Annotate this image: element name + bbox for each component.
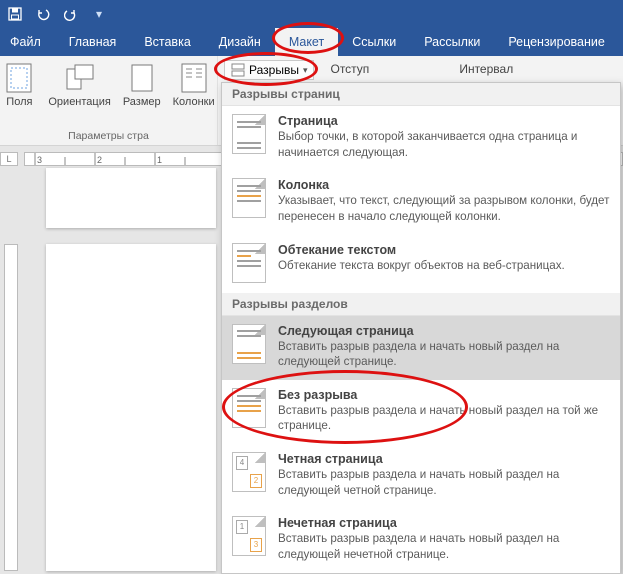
page-setup-group-label: Параметры стра: [68, 130, 149, 143]
save-icon[interactable]: [6, 5, 24, 23]
vertical-ruler[interactable]: [4, 244, 18, 571]
next-page-icon: [232, 324, 266, 364]
tab-file[interactable]: Файл: [0, 28, 55, 56]
margins-button[interactable]: Поля: [0, 60, 40, 110]
size-icon: [126, 62, 158, 94]
tab-mailings[interactable]: Рассылки: [410, 28, 494, 56]
svg-text:1: 1: [157, 155, 162, 165]
tab-layout[interactable]: Макет: [275, 28, 338, 56]
menu-item-next-page[interactable]: Следующая страница Вставить разрыв разде…: [222, 316, 620, 380]
columns-icon: [178, 62, 210, 94]
page-preview-1[interactable]: [46, 168, 216, 228]
ruler-corner: L: [0, 152, 18, 166]
menu-item-even-page[interactable]: 4 2 Четная страница Вставить разрыв разд…: [222, 444, 620, 508]
redo-icon[interactable]: [62, 5, 80, 23]
tab-home[interactable]: Главная: [55, 28, 131, 56]
dropdown-section-section-breaks: Разрывы разделов: [222, 293, 620, 316]
chevron-down-icon: ▾: [303, 65, 308, 76]
tab-design[interactable]: Дизайн: [205, 28, 275, 56]
tab-insert[interactable]: Вставка: [130, 28, 204, 56]
continuous-icon: [232, 388, 266, 428]
qat-customize-icon[interactable]: ▾: [90, 5, 108, 23]
orientation-icon: [64, 62, 96, 94]
menu-item-odd-page[interactable]: 1 3 Нечетная страница Вставить разрыв ра…: [222, 508, 620, 572]
menu-item-page-break[interactable]: Страница Выбор точки, в которой заканчив…: [222, 106, 620, 170]
svg-text:3: 3: [37, 155, 42, 165]
even-page-icon: 4 2: [232, 452, 266, 492]
menu-item-column-break[interactable]: Колонка Указывает, что текст, следующий …: [222, 170, 620, 234]
text-wrapping-icon: [232, 243, 266, 283]
size-button[interactable]: Размер: [119, 60, 165, 110]
undo-icon[interactable]: [34, 5, 52, 23]
menu-item-continuous[interactable]: Без разрыва Вставить разрыв раздела и на…: [222, 380, 620, 444]
page-break-icon: [232, 114, 266, 154]
tab-references[interactable]: Ссылки: [338, 28, 410, 56]
tab-review[interactable]: Рецензирование: [494, 28, 619, 56]
breaks-icon: [231, 63, 245, 77]
columns-button[interactable]: Колонки: [169, 60, 219, 110]
odd-page-icon: 1 3: [232, 516, 266, 556]
menu-item-text-wrapping-break[interactable]: Обтекание текстом Обтекание текста вокру…: [222, 235, 620, 293]
page-preview-2[interactable]: [46, 244, 216, 571]
orientation-button[interactable]: Ориентация: [44, 60, 114, 110]
breaks-button[interactable]: Разрывы ▾: [224, 60, 314, 80]
breaks-dropdown: Разрывы страниц Страница Выбор точки, в …: [221, 82, 621, 574]
quick-access-toolbar: ▾: [0, 0, 623, 28]
column-break-icon: [232, 178, 266, 218]
svg-text:2: 2: [97, 155, 102, 165]
margins-icon: [3, 62, 35, 94]
dropdown-section-page-breaks: Разрывы страниц: [222, 83, 620, 106]
ribbon-tabs: Файл Главная Вставка Дизайн Макет Ссылки…: [0, 28, 623, 56]
